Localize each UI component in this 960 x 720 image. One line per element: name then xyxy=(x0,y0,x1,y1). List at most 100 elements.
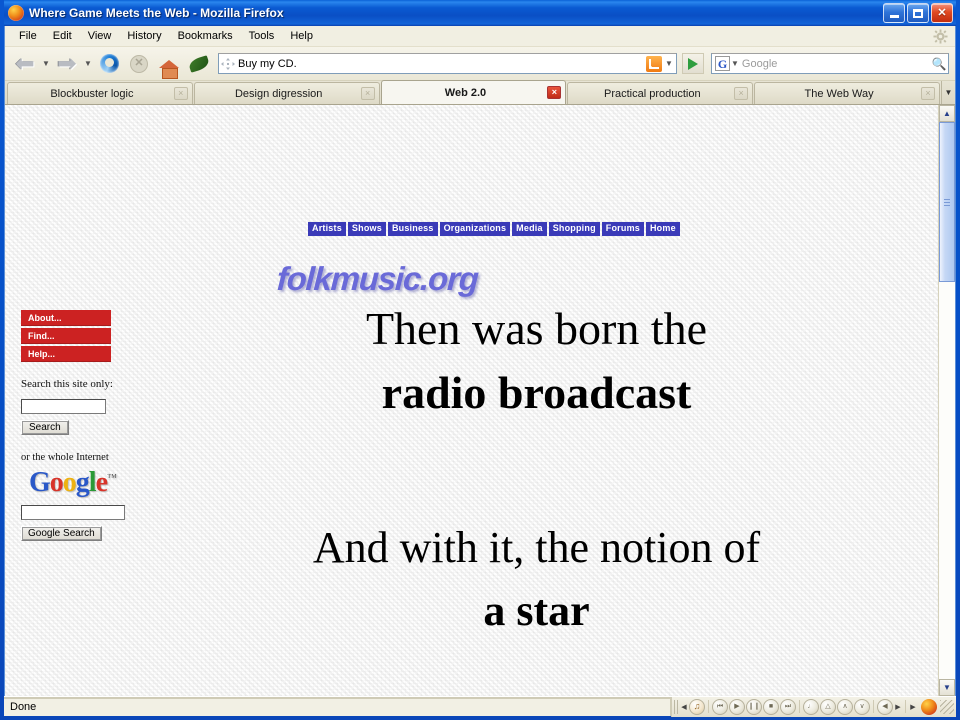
sitenav-business[interactable]: Business xyxy=(387,222,438,236)
tab-close-icon[interactable]: × xyxy=(547,86,562,99)
browser-chrome: File Edit View History Bookmarks Tools H… xyxy=(4,26,956,696)
minimize-button[interactable] xyxy=(883,3,905,23)
window-title: Where Game Meets the Web - Mozilla Firef… xyxy=(29,6,284,20)
sitenav-forums[interactable]: Forums xyxy=(601,222,644,236)
music-note-icon[interactable]: ♫ xyxy=(689,698,705,715)
menu-help[interactable]: Help xyxy=(282,28,321,44)
menu-history[interactable]: History xyxy=(119,28,169,44)
tab-close-icon[interactable]: × xyxy=(920,87,935,100)
rss-feed-icon[interactable] xyxy=(646,55,662,72)
play-button[interactable]: ▶ xyxy=(729,698,745,715)
site-search-button[interactable]: Search xyxy=(21,420,69,435)
google-letter-l: l xyxy=(88,467,97,498)
internet-search-label: or the whole Internet xyxy=(21,452,109,463)
status-text: Done xyxy=(4,697,671,716)
magnifier-icon[interactable]: 🔍 xyxy=(930,55,948,73)
go-arrow-icon xyxy=(688,57,698,70)
tab-label: The Web Way xyxy=(804,87,874,100)
reload-icon[interactable] xyxy=(95,50,123,78)
google-letter-g2: g xyxy=(75,467,90,498)
sitenav-home[interactable]: Home xyxy=(645,222,680,236)
divider xyxy=(799,700,800,713)
tab-web-2-0[interactable]: Web 2.0 × xyxy=(380,80,567,104)
tab-close-icon[interactable]: × xyxy=(360,87,375,100)
stop-icon[interactable]: ✕ xyxy=(125,50,153,78)
sitenav-artists[interactable]: Artists xyxy=(308,222,346,236)
next-track-button[interactable]: ⏭ xyxy=(780,698,796,715)
back-history-dropdown[interactable]: ▼ xyxy=(41,59,51,68)
leaf-icon[interactable] xyxy=(185,50,213,78)
tab-close-icon[interactable]: × xyxy=(734,87,749,100)
forward-arrow-icon[interactable]: ➡ xyxy=(53,50,81,78)
search-engine-dropdown-icon[interactable]: ▼ xyxy=(731,59,739,68)
google-logo: Google™ xyxy=(21,469,131,497)
media-overflow-icon[interactable]: ▶ xyxy=(909,703,917,711)
go-button[interactable] xyxy=(682,53,704,74)
eject-button[interactable]: △ xyxy=(820,698,836,715)
close-button[interactable]: ✕ xyxy=(931,3,953,23)
maximize-button[interactable] xyxy=(907,3,929,23)
slide-line-4: a star xyxy=(483,586,590,636)
slide-line-1: Then was born the xyxy=(365,303,708,354)
scrollbar-track[interactable] xyxy=(939,122,955,679)
google-search-button[interactable]: Google Search xyxy=(21,526,102,541)
tab-label: Design digression xyxy=(234,87,323,100)
music-library-icon[interactable]: ♩ xyxy=(803,698,819,715)
window-controls: ✕ xyxy=(883,3,953,23)
pause-button[interactable]: ❙❙ xyxy=(746,698,762,715)
tab-label: Practical production xyxy=(603,87,701,100)
menu-file[interactable]: File xyxy=(11,28,45,44)
google-g-icon[interactable]: G xyxy=(715,56,730,71)
speaker-dropdown-icon[interactable]: ▶ xyxy=(894,703,902,711)
volume-down-button[interactable]: ∨ xyxy=(854,698,870,715)
scroll-up-button[interactable]: ▲ xyxy=(939,105,955,122)
search-input[interactable]: Google xyxy=(742,58,930,70)
search-bar[interactable]: G ▼ Google 🔍 xyxy=(711,53,949,74)
tab-label: Web 2.0 xyxy=(444,86,487,99)
site-search-label: Search this site only: xyxy=(21,378,113,390)
menu-tools[interactable]: Tools xyxy=(241,28,283,44)
previous-track-button[interactable]: ⏮ xyxy=(712,698,728,715)
toolbar-grip-icon[interactable] xyxy=(674,699,679,714)
scroll-down-button[interactable]: ▼ xyxy=(939,679,955,696)
firefox-icon[interactable] xyxy=(921,698,937,715)
menu-edit[interactable]: Edit xyxy=(45,28,80,44)
site-logo[interactable]: folkmusic.org xyxy=(276,260,479,298)
tab-list-dropdown-icon[interactable]: ▼ xyxy=(940,81,955,104)
resize-grip-icon[interactable] xyxy=(940,699,954,714)
tab-bar: Blockbuster logic × Design digression × … xyxy=(5,80,955,105)
sidebar-button-find[interactable]: Find... xyxy=(21,328,111,344)
google-search-input[interactable] xyxy=(21,505,125,520)
scrollbar-thumb[interactable] xyxy=(939,122,955,282)
rss-dropdown-icon[interactable]: ▼ xyxy=(664,59,674,68)
menu-view[interactable]: View xyxy=(80,28,120,44)
stop-button[interactable]: ■ xyxy=(763,698,779,715)
sitenav-organizations[interactable]: Organizations xyxy=(439,222,511,236)
tab-label: Blockbuster logic xyxy=(50,87,134,100)
sitenav-shows[interactable]: Shows xyxy=(347,222,386,236)
tab-blockbuster-logic[interactable]: Blockbuster logic × xyxy=(7,82,193,104)
sidebar-button-about[interactable]: About... xyxy=(21,310,111,326)
site-search-input[interactable] xyxy=(21,399,106,414)
tab-close-icon[interactable]: × xyxy=(173,87,188,100)
back-arrow-icon[interactable]: ⬅ xyxy=(11,50,39,78)
sidebar-button-help[interactable]: Help... xyxy=(21,346,111,362)
sitenav-shopping[interactable]: Shopping xyxy=(548,222,600,236)
gear-icon[interactable] xyxy=(933,29,948,44)
tab-practical-production[interactable]: Practical production × xyxy=(567,82,754,104)
google-letter-e: e xyxy=(95,467,108,498)
google-letter-o1: o xyxy=(49,467,64,498)
home-icon[interactable] xyxy=(155,50,183,79)
tab-the-web-way[interactable]: The Web Way × xyxy=(754,82,940,104)
forward-history-dropdown[interactable]: ▼ xyxy=(83,59,93,68)
tab-design-digression[interactable]: Design digression × xyxy=(193,82,380,104)
media-collapse-icon[interactable]: ◀ xyxy=(680,703,688,711)
address-bar[interactable]: Buy my CD. ▼ xyxy=(218,53,677,74)
slide-line-3: And with it, the notion of xyxy=(312,522,761,572)
menu-bookmarks[interactable]: Bookmarks xyxy=(170,28,241,44)
volume-up-button[interactable]: ∧ xyxy=(837,698,853,715)
speaker-icon[interactable]: ◀ xyxy=(877,698,893,715)
sitenav-media[interactable]: Media xyxy=(512,222,547,236)
page-scrollbar[interactable]: ▲ ▼ xyxy=(938,105,955,696)
page-sidebar: About... Find... Help... Search this sit… xyxy=(21,310,131,541)
